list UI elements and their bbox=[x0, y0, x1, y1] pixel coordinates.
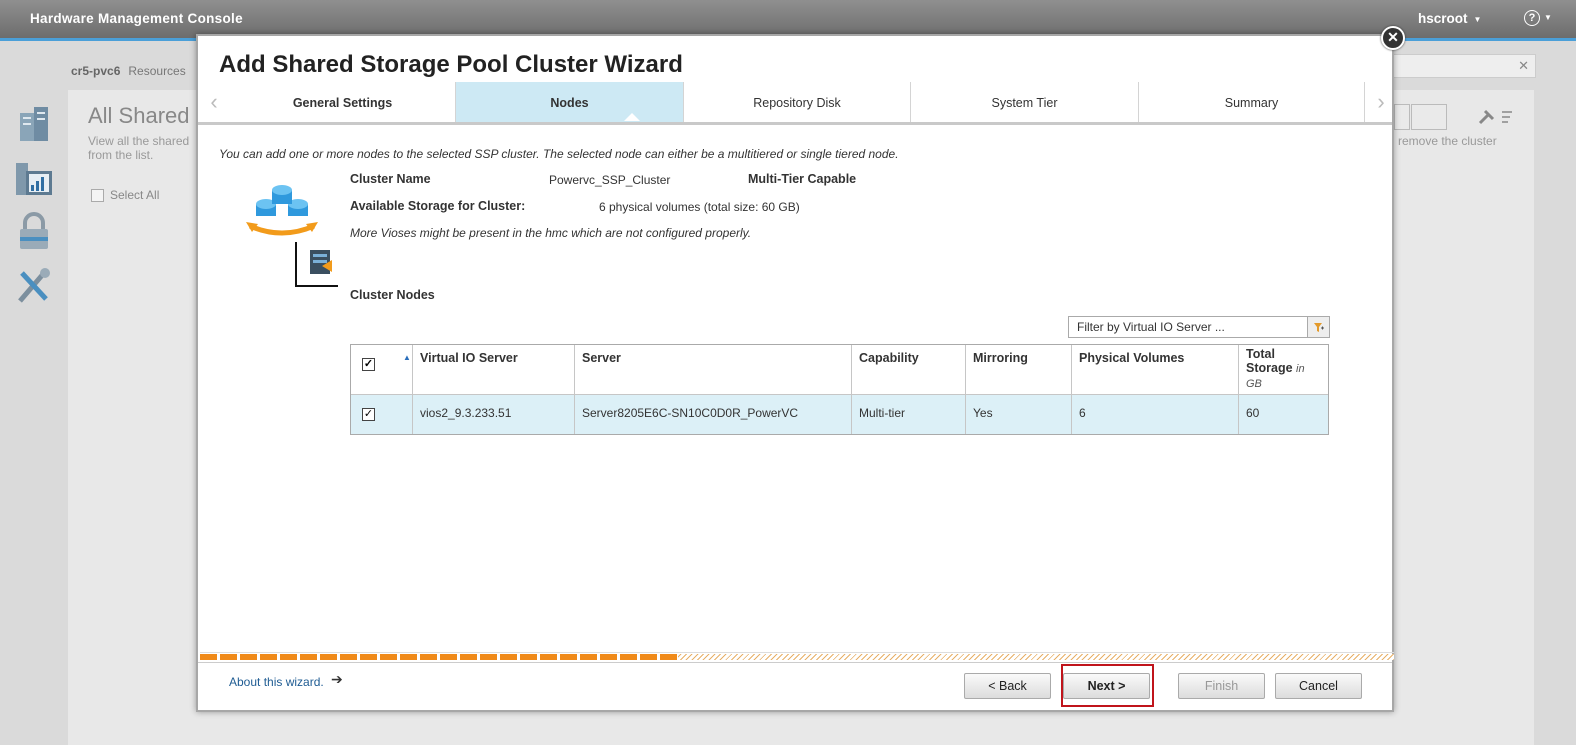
column-header-server[interactable]: Server bbox=[575, 345, 852, 394]
column-header-total-storage[interactable]: Total Storage in GB bbox=[1239, 345, 1328, 394]
cell-physical-volumes: 6 bbox=[1072, 395, 1239, 434]
tab-scroll-right-icon[interactable]: › bbox=[1365, 82, 1397, 122]
list-view-button[interactable] bbox=[1411, 104, 1447, 130]
footer-divider bbox=[198, 662, 1392, 663]
wizard-title: Add Shared Storage Pool Cluster Wizard bbox=[219, 51, 683, 78]
row-select-cell[interactable]: ✓ bbox=[351, 395, 413, 434]
column-header-vios[interactable]: Virtual IO Server bbox=[413, 345, 575, 394]
background-description: View all the shared from the list. bbox=[88, 134, 190, 162]
breadcrumb-system[interactable]: cr5-pvc6 bbox=[71, 64, 120, 78]
wizard-tab-bar: ‹ General Settings Nodes Repository Disk… bbox=[198, 82, 1392, 125]
column-header-mirroring[interactable]: Mirroring bbox=[966, 345, 1072, 394]
wizard-intro: You can add one or more nodes to the sel… bbox=[219, 147, 899, 161]
total-storage-label: Total Storage bbox=[1246, 347, 1293, 375]
shared-storage-pool-icon bbox=[246, 185, 338, 287]
select-all-checkbox[interactable] bbox=[91, 189, 104, 203]
table-row[interactable]: ✓ vios2_9.3.233.51 Server8205E6C-SN10C0D… bbox=[351, 395, 1328, 434]
row-checkbox[interactable]: ✓ bbox=[362, 408, 375, 421]
filter-button[interactable] bbox=[1307, 316, 1330, 338]
tab-nodes[interactable]: Nodes bbox=[456, 82, 684, 122]
user-menu[interactable]: hscroot ▼ bbox=[1418, 11, 1481, 26]
background-select-all[interactable]: Select All bbox=[91, 188, 160, 203]
progress-remaining bbox=[678, 654, 1394, 660]
available-storage-label: Available Storage for Cluster: bbox=[350, 199, 526, 213]
select-all-rows-checkbox[interactable]: ✓ bbox=[362, 358, 375, 371]
filter-icon bbox=[1314, 323, 1324, 332]
tools-icon[interactable] bbox=[14, 265, 54, 307]
tab-repository-disk[interactable]: Repository Disk bbox=[684, 82, 911, 122]
tab-summary[interactable]: Summary bbox=[1139, 82, 1365, 122]
cell-server: Server8205E6C-SN10C0D0R_PowerVC bbox=[575, 395, 852, 434]
background-right-text: remove the cluster bbox=[1398, 134, 1497, 148]
available-storage-value: 6 physical volumes (total size: 60 GB) bbox=[599, 200, 800, 214]
breadcrumb-section[interactable]: Resources bbox=[128, 64, 185, 78]
background-heading: All Shared bbox=[88, 103, 190, 128]
active-tab-indicator bbox=[624, 113, 640, 121]
vios-note: More Vioses might be present in the hmc … bbox=[350, 226, 752, 240]
next-button-highlight bbox=[1061, 664, 1154, 707]
select-all-label: Select All bbox=[110, 188, 160, 202]
vios-filter-input[interactable] bbox=[1069, 317, 1313, 337]
app-title: Hardware Management Console bbox=[30, 11, 243, 26]
wizard-progress-bar bbox=[200, 652, 1394, 660]
finish-button[interactable]: Finish bbox=[1178, 673, 1265, 699]
wizard-dialog: Add Shared Storage Pool Cluster Wizard ‹… bbox=[196, 34, 1394, 712]
pin-icon[interactable] bbox=[1476, 107, 1516, 127]
about-wizard-link[interactable]: About this wizard. bbox=[229, 675, 324, 689]
tab-scroll-left-icon[interactable]: ‹ bbox=[198, 82, 230, 122]
cell-mirroring: Yes bbox=[966, 395, 1072, 434]
breadcrumb: cr5-pvc6 Resources bbox=[71, 64, 186, 78]
back-button[interactable]: < Back bbox=[964, 673, 1051, 699]
tab-general-settings[interactable]: General Settings bbox=[230, 82, 456, 122]
cell-capability: Multi-tier bbox=[852, 395, 966, 434]
progress-fill bbox=[200, 654, 678, 660]
user-name: hscroot bbox=[1418, 11, 1468, 26]
table-header-row: ✓ ▲ Virtual IO Server Server Capability … bbox=[351, 345, 1328, 395]
help-icon[interactable]: ? bbox=[1524, 10, 1540, 26]
lock-icon[interactable] bbox=[14, 211, 54, 253]
multi-tier-label: Multi-Tier Capable bbox=[748, 172, 857, 186]
arrow-right-icon[interactable]: ➔ bbox=[331, 671, 343, 688]
view-toggle bbox=[1394, 104, 1448, 133]
close-icon[interactable]: ✕ bbox=[1381, 26, 1405, 50]
cancel-button[interactable]: Cancel bbox=[1275, 673, 1362, 699]
cluster-nodes-table: ✓ ▲ Virtual IO Server Server Capability … bbox=[350, 344, 1329, 435]
background-search-input[interactable]: h✕ bbox=[1380, 54, 1536, 78]
cell-vios: vios2_9.3.233.51 bbox=[413, 395, 575, 434]
top-bar: Hardware Management Console hscroot ▼ ? ▼ bbox=[0, 0, 1576, 38]
cluster-name-label: Cluster Name bbox=[350, 172, 431, 186]
vios-filter[interactable] bbox=[1068, 316, 1313, 338]
systems-icon[interactable] bbox=[14, 103, 54, 145]
cell-total-storage: 60 bbox=[1246, 406, 1260, 420]
tab-system-tier[interactable]: System Tier bbox=[911, 82, 1139, 122]
column-header-physical-volumes[interactable]: Physical Volumes bbox=[1072, 345, 1239, 394]
performance-icon[interactable] bbox=[14, 159, 54, 201]
clear-search-icon[interactable]: ✕ bbox=[1518, 58, 1529, 74]
select-column-header[interactable]: ✓ ▲ bbox=[351, 345, 413, 394]
help-chevron-down-icon[interactable]: ▼ bbox=[1544, 13, 1552, 22]
column-header-capability[interactable]: Capability bbox=[852, 345, 966, 394]
sort-ascending-icon[interactable]: ▲ bbox=[403, 353, 411, 362]
chevron-down-icon: ▼ bbox=[1473, 14, 1482, 24]
cluster-nodes-label: Cluster Nodes bbox=[350, 288, 435, 302]
cluster-name-value: Powervc_SSP_Cluster bbox=[549, 173, 671, 187]
